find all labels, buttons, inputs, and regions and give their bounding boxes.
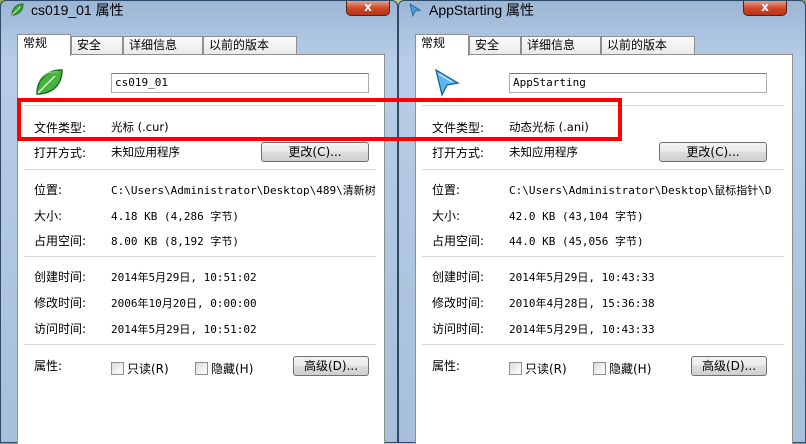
readonly-checkbox[interactable]: 只读(R) xyxy=(509,360,567,377)
tab-security[interactable]: 安全 xyxy=(71,36,123,55)
title-bar[interactable]: cs019_01 属性 x xyxy=(1,1,397,21)
accessed-label: 访问时间: xyxy=(432,322,485,336)
modified-label: 修改时间: xyxy=(432,296,485,310)
properties-window-appstarting: AppStarting 属性 x 常规 安全 详细信息 以前的版本 AppSta… xyxy=(398,0,806,444)
tab-security[interactable]: 安全 xyxy=(469,36,521,55)
disk-size-value: 44.0 KB (45,056 字节) xyxy=(509,235,644,248)
tab-previous-versions[interactable]: 以前的版本 xyxy=(601,36,695,55)
change-button[interactable]: 更改(C)... xyxy=(261,142,369,162)
divider xyxy=(422,105,784,106)
file-name-input[interactable]: cs019_01 xyxy=(111,73,369,93)
accessed-value: 2014年5月29日, 10:51:02 xyxy=(111,323,257,336)
leaf-cursor-icon xyxy=(11,3,24,16)
file-type-value: 光标 (.cur) xyxy=(111,120,169,134)
divider xyxy=(24,105,376,106)
location-label: 位置: xyxy=(432,183,461,197)
created-value: 2014年5月29日, 10:51:02 xyxy=(111,271,257,284)
modified-label: 修改时间: xyxy=(34,296,87,310)
close-button[interactable]: x xyxy=(346,1,390,16)
size-value: 4.18 KB (4,286 字节) xyxy=(111,210,239,223)
divider xyxy=(422,169,784,170)
readonly-checkbox[interactable]: 只读(R) xyxy=(111,360,169,377)
checkbox-box[interactable] xyxy=(195,362,208,375)
divider xyxy=(24,169,376,170)
file-type-label: 文件类型: xyxy=(34,121,87,135)
open-with-label: 打开方式: xyxy=(34,146,87,160)
checkbox-box[interactable] xyxy=(509,362,522,375)
window-title: cs019_01 属性 xyxy=(31,2,124,18)
location-label: 位置: xyxy=(34,183,63,197)
general-panel: AppStarting 文件类型: 动态光标 (.ani) 打开方式: 未知应用… xyxy=(415,54,793,444)
open-with-label: 打开方式: xyxy=(432,146,485,160)
divider xyxy=(24,256,376,257)
window-title: AppStarting 属性 xyxy=(429,2,535,18)
readonly-label: 只读(R) xyxy=(127,362,169,376)
change-button[interactable]: 更改(C)... xyxy=(659,142,767,162)
arrow-cursor-icon xyxy=(435,68,460,97)
divider xyxy=(24,344,376,345)
advanced-button[interactable]: 高级(D)... xyxy=(691,356,767,376)
size-label: 大小: xyxy=(432,209,461,223)
properties-window-cs019: cs019_01 属性 x 常规 安全 详细信息 以前的版本 cs019_01 … xyxy=(0,0,398,444)
tab-details[interactable]: 详细信息 xyxy=(521,36,601,55)
advanced-button[interactable]: 高级(D)... xyxy=(293,356,369,376)
attributes-label: 属性: xyxy=(34,359,63,373)
hidden-checkbox[interactable]: 隐藏(H) xyxy=(195,360,253,377)
modified-value: 2010年4月28日, 15:36:38 xyxy=(509,297,655,310)
close-button[interactable]: x xyxy=(743,1,787,16)
size-value: 42.0 KB (43,104 字节) xyxy=(509,210,644,223)
location-value: C:\Users\Administrator\Desktop\489\清新树 xyxy=(111,184,376,197)
accessed-label: 访问时间: xyxy=(34,322,87,336)
readonly-label: 只读(R) xyxy=(525,362,567,376)
created-label: 创建时间: xyxy=(34,270,87,284)
created-value: 2014年5月29日, 10:43:33 xyxy=(509,271,655,284)
checkbox-box[interactable] xyxy=(593,362,606,375)
checkbox-box[interactable] xyxy=(111,362,124,375)
modified-value: 2006年10月20日, 0:00:00 xyxy=(111,297,257,310)
hidden-label: 隐藏(H) xyxy=(211,362,254,376)
attributes-label: 属性: xyxy=(432,359,461,373)
arrow-cursor-icon xyxy=(409,3,422,17)
tab-general[interactable]: 常规 xyxy=(17,34,71,56)
divider xyxy=(422,256,784,257)
created-label: 创建时间: xyxy=(432,270,485,284)
disk-size-value: 8.00 KB (8,192 字节) xyxy=(111,235,239,248)
location-value: C:\Users\Administrator\Desktop\鼠标指针\D xyxy=(509,184,772,197)
disk-size-label: 占用空间: xyxy=(34,234,87,248)
divider xyxy=(422,344,784,345)
file-type-label: 文件类型: xyxy=(432,121,485,135)
accessed-value: 2014年5月29日, 10:43:33 xyxy=(509,323,655,336)
disk-size-label: 占用空间: xyxy=(432,234,485,248)
file-type-value: 动态光标 (.ani) xyxy=(509,120,589,134)
file-name-input[interactable]: AppStarting xyxy=(509,73,767,93)
tab-general[interactable]: 常规 xyxy=(415,34,469,56)
tab-previous-versions[interactable]: 以前的版本 xyxy=(203,36,297,55)
hidden-label: 隐藏(H) xyxy=(609,362,652,376)
leaf-cursor-icon xyxy=(36,69,63,95)
size-label: 大小: xyxy=(34,209,63,223)
general-panel: cs019_01 文件类型: 光标 (.cur) 打开方式: 未知应用程序 更改… xyxy=(17,54,385,444)
hidden-checkbox[interactable]: 隐藏(H) xyxy=(593,360,651,377)
title-bar[interactable]: AppStarting 属性 x xyxy=(399,1,805,21)
tab-details[interactable]: 详细信息 xyxy=(123,36,203,55)
